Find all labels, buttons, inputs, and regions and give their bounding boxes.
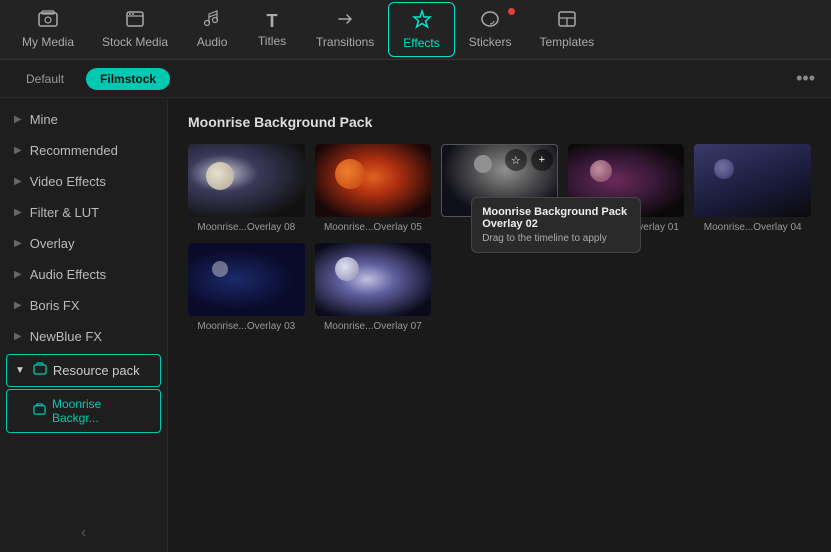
sidebar-item-overlay-label: Overlay <box>30 236 75 251</box>
sidebar-item-recommended-label: Recommended <box>30 143 118 158</box>
transitions-icon <box>335 10 355 31</box>
section-title: Moonrise Background Pack <box>188 114 811 130</box>
sidebar-item-filter-lut[interactable]: ▶ Filter & LUT <box>0 197 167 228</box>
resource-pack-label: Resource pack <box>53 363 140 378</box>
filter-filmstock-btn[interactable]: Filmstock <box>86 68 170 90</box>
nav-my-media-label: My Media <box>22 35 74 49</box>
sidebar-item-audio-effects-label: Audio Effects <box>30 267 106 282</box>
arrow-icon: ▶ <box>14 145 22 156</box>
nav-effects[interactable]: Effects <box>388 2 454 57</box>
sidebar-item-newblue-fx[interactable]: ▶ NewBlue FX <box>0 321 167 352</box>
arrow-icon: ▶ <box>14 114 22 125</box>
effect-overlay-icons-02: ☆ + <box>505 149 553 171</box>
filter-default-btn[interactable]: Default <box>12 68 78 90</box>
nav-transitions-label: Transitions <box>316 35 374 49</box>
effect-item-overlay-05[interactable]: Moonrise...Overlay 05 <box>315 144 432 233</box>
content-area: Moonrise Background Pack Moonrise...Over… <box>168 98 831 552</box>
effect-label-08: Moonrise...Overlay 08 <box>188 222 305 233</box>
effect-thumb-05 <box>315 144 432 217</box>
stickers-badge <box>508 8 515 15</box>
nav-templates[interactable]: Templates <box>525 4 608 55</box>
sidebar-item-recommended[interactable]: ▶ Recommended <box>0 135 167 166</box>
effect-item-overlay-08[interactable]: Moonrise...Overlay 08 <box>188 144 305 233</box>
arrow-icon: ▶ <box>14 300 22 311</box>
more-options-btn[interactable]: ••• <box>792 68 819 89</box>
effect-item-overlay-01[interactable]: Moonrise...k Overlay 01 <box>568 144 685 233</box>
sidebar-item-video-effects-label: Video Effects <box>30 174 106 189</box>
sidebar-item-newblue-fx-label: NewBlue FX <box>30 329 102 344</box>
effect-thumb-01 <box>568 144 685 217</box>
titles-icon: T <box>267 12 278 30</box>
nav-audio[interactable]: Audio <box>182 4 242 55</box>
effect-thumb-08 <box>188 144 305 217</box>
nav-effects-label: Effects <box>403 36 439 50</box>
effect-label-01: Moonrise...k Overlay 01 <box>568 222 685 233</box>
nav-transitions[interactable]: Transitions <box>302 4 388 55</box>
stock-media-icon <box>125 10 145 31</box>
sidebar-item-audio-effects[interactable]: ▶ Audio Effects <box>0 259 167 290</box>
sidebar-item-video-effects[interactable]: ▶ Video Effects <box>0 166 167 197</box>
effect-thumb-04 <box>694 144 811 217</box>
sidebar-item-boris-fx-label: Boris FX <box>30 298 80 313</box>
effects-icon <box>412 9 432 32</box>
sidebar-subitem-moonrise-label: Moonrise Backgr... <box>52 397 140 425</box>
sidebar-item-resource-pack[interactable]: ▼ Resource pack <box>6 354 161 387</box>
main-layout: ▶ Mine ▶ Recommended ▶ Video Effects ▶ F… <box>0 98 831 552</box>
filter-bar: Default Filmstock ••• <box>0 60 831 98</box>
effect-label-04: Moonrise...Overlay 04 <box>694 222 811 233</box>
nav-templates-label: Templates <box>539 35 594 49</box>
moonrise-pack-icon <box>33 403 46 419</box>
arrow-icon: ▶ <box>14 331 22 342</box>
sidebar-item-mine[interactable]: ▶ Mine <box>0 104 167 135</box>
sidebar-collapse-btn[interactable]: ‹ <box>81 524 86 542</box>
my-media-icon <box>38 10 58 31</box>
nav-my-media[interactable]: My Media <box>8 4 88 55</box>
nav-titles-label: Titles <box>258 34 286 48</box>
effect-thumb-03 <box>188 243 305 316</box>
sidebar-item-mine-label: Mine <box>30 112 58 127</box>
effect-label-02: Moo... <box>441 222 558 233</box>
effect-item-overlay-07[interactable]: Moonrise...Overlay 07 <box>315 243 432 332</box>
tooltip-sub: Drag to the timeline to apply <box>482 233 630 244</box>
arrow-icon: ▶ <box>14 176 22 187</box>
effect-item-overlay-03[interactable]: Moonrise...Overlay 03 <box>188 243 305 332</box>
effect-thumb-07 <box>315 243 432 316</box>
nav-stickers-label: Stickers <box>469 35 512 49</box>
effect-label-03: Moonrise...Overlay 03 <box>188 321 305 332</box>
resource-pack-icon <box>33 362 47 379</box>
arrow-icon: ▶ <box>14 269 22 280</box>
stickers-icon <box>480 10 500 31</box>
sidebar: ▶ Mine ▶ Recommended ▶ Video Effects ▶ F… <box>0 98 168 552</box>
effect-item-overlay-04[interactable]: Moonrise...Overlay 04 <box>694 144 811 233</box>
sidebar-item-overlay[interactable]: ▶ Overlay <box>0 228 167 259</box>
nav-titles[interactable]: T Titles <box>242 6 302 54</box>
effect-label-05: Moonrise...Overlay 05 <box>315 222 432 233</box>
audio-icon <box>203 10 221 31</box>
effect-item-overlay-02[interactable]: ☆ + Moo... Moonrise Background Pack Over… <box>441 144 558 233</box>
nav-audio-label: Audio <box>197 35 228 49</box>
top-nav: My Media Stock Media Audio T Titles Tran… <box>0 0 831 60</box>
effects-grid: Moonrise...Overlay 08 Moonrise...Overlay… <box>188 144 811 332</box>
arrow-icon: ▶ <box>14 238 22 249</box>
add-icon-btn[interactable]: + <box>531 149 553 171</box>
sidebar-item-boris-fx[interactable]: ▶ Boris FX <box>0 290 167 321</box>
arrow-down-icon: ▼ <box>15 365 25 376</box>
nav-stock-media-label: Stock Media <box>102 35 168 49</box>
nav-stock-media[interactable]: Stock Media <box>88 4 182 55</box>
sidebar-item-filter-lut-label: Filter & LUT <box>30 205 99 220</box>
arrow-icon: ▶ <box>14 207 22 218</box>
effect-thumb-02: ☆ + <box>441 144 558 217</box>
nav-stickers[interactable]: Stickers <box>455 4 526 55</box>
favorite-icon-btn[interactable]: ☆ <box>505 149 527 171</box>
effect-label-07: Moonrise...Overlay 07 <box>315 321 432 332</box>
templates-icon <box>557 10 577 31</box>
sidebar-subitem-moonrise[interactable]: Moonrise Backgr... <box>6 389 161 433</box>
